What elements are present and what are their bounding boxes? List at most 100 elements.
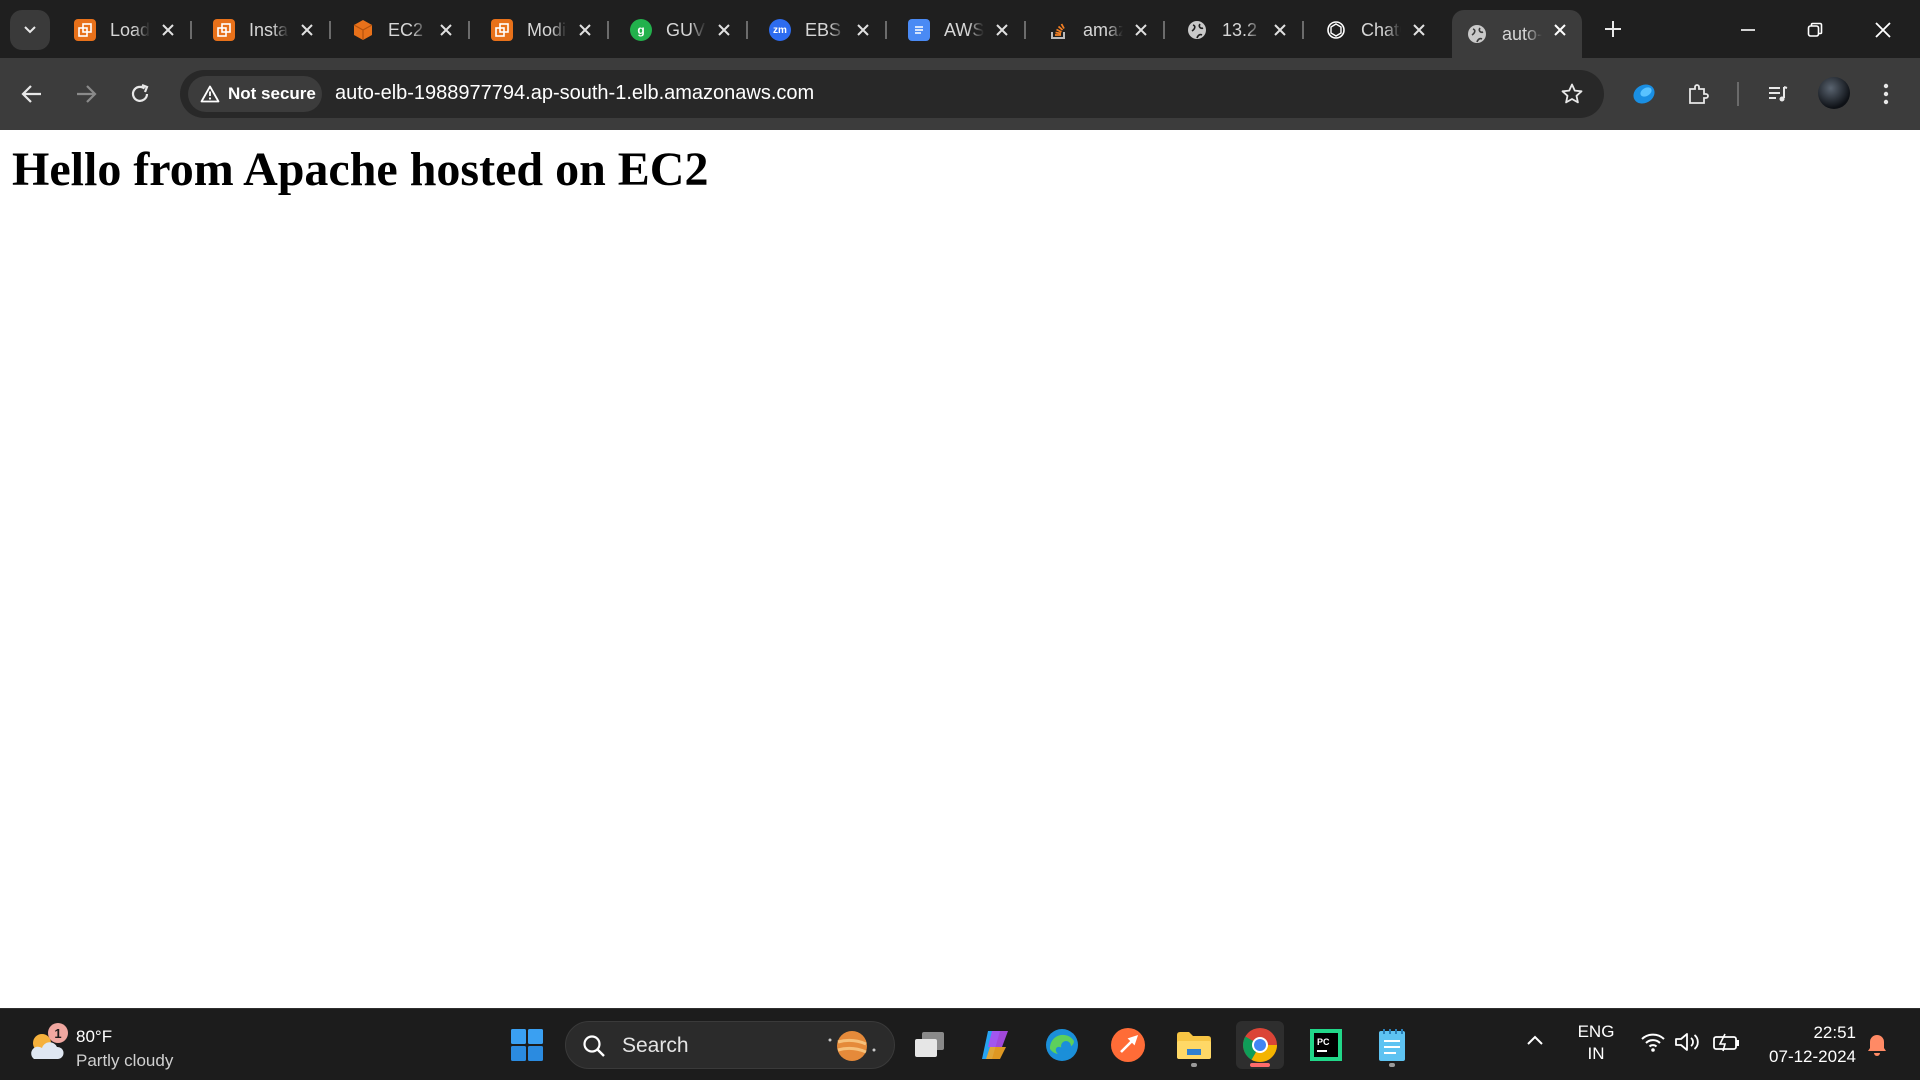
tab-separator [1302, 21, 1304, 39]
aws-console-icon [213, 19, 235, 41]
notepad-button[interactable] [1368, 1021, 1416, 1069]
tab-ec2[interactable]: EC2 [338, 10, 470, 50]
taskbar-search-label: Search [622, 1034, 689, 1057]
extensions-menu-button[interactable] [1680, 76, 1716, 112]
tab-instances[interactable]: Instances [199, 10, 331, 50]
close-tab-icon[interactable] [436, 20, 456, 40]
restore-button[interactable] [1792, 10, 1838, 50]
tab-title: EC2 [388, 19, 424, 40]
file-explorer-button[interactable] [1170, 1021, 1218, 1069]
copilot-extension-icon [1633, 84, 1655, 104]
tab-title: auto-elb [1502, 23, 1542, 44]
tab-separator [885, 21, 887, 39]
copilot-icon [982, 1031, 1008, 1059]
tab-separator [468, 21, 470, 39]
new-tab-button[interactable] [1598, 14, 1628, 44]
task-view-button[interactable] [906, 1021, 954, 1069]
close-tab-icon[interactable] [1409, 20, 1429, 40]
url-text[interactable]: auto-elb-1988977794.ap-south-1.elb.amazo… [335, 82, 814, 105]
volume-icon[interactable] [1674, 1031, 1702, 1053]
input-language-indicator[interactable]: ENG IN [1576, 1021, 1616, 1065]
tab-title: amazon [1083, 19, 1123, 40]
pycharm-button[interactable]: PC [1302, 1021, 1350, 1069]
notepad-icon [1379, 1029, 1405, 1061]
browser-menu-button[interactable] [1868, 76, 1904, 112]
battery-charging-icon[interactable] [1712, 1031, 1742, 1053]
search-icon [583, 1035, 605, 1057]
edge-icon [1046, 1029, 1078, 1061]
stackoverflow-icon [1047, 19, 1069, 41]
warning-triangle-icon [200, 85, 220, 103]
tab-separator [1163, 21, 1165, 39]
active-app-indicator [1250, 1063, 1270, 1067]
tab-load-balancers[interactable]: Load Balancers [60, 10, 192, 50]
clock-date: 07-12-2024 [1769, 1047, 1856, 1066]
tab-title: 13.2 [1222, 19, 1258, 40]
pycharm-icon: PC [1310, 1029, 1342, 1061]
close-tab-icon[interactable] [1131, 20, 1151, 40]
weather-notification-badge: 1 [48, 1023, 68, 1043]
back-button[interactable] [14, 76, 50, 112]
chatgpt-icon [1325, 19, 1347, 41]
close-tab-icon[interactable] [297, 20, 317, 40]
weather-widget[interactable]: 1 80°F Partly cloudy [26, 1019, 226, 1071]
close-tab-icon[interactable] [992, 20, 1012, 40]
tab-title: Instances [249, 19, 289, 40]
globe-icon [1186, 19, 1208, 41]
tab-modify[interactable]: Modify [477, 10, 609, 50]
media-controls-button[interactable] [1760, 76, 1796, 112]
address-bar[interactable]: Not secure auto-elb-1988977794.ap-south-… [180, 70, 1604, 118]
tab-aws-doc[interactable]: AWS [894, 10, 1026, 50]
google-docs-icon [908, 19, 930, 41]
chrome-button[interactable] [1236, 1021, 1284, 1069]
kebab-menu-icon [1883, 83, 1889, 105]
tab-amazon[interactable]: amazon [1033, 10, 1165, 50]
star-icon[interactable] [1560, 82, 1584, 106]
guvi-icon: g [630, 19, 652, 41]
tab-chatgpt[interactable]: ChatGPT [1311, 10, 1441, 50]
close-tab-icon[interactable] [714, 20, 734, 40]
edge-button[interactable] [1038, 1021, 1086, 1069]
globe-icon [1466, 23, 1488, 45]
notification-bell-icon[interactable] [1866, 1033, 1888, 1057]
weather-description: Partly cloudy [76, 1051, 174, 1070]
tab-auto-elb[interactable]: auto-elb [1452, 10, 1582, 58]
start-button[interactable] [503, 1021, 551, 1069]
close-tab-icon[interactable] [1550, 20, 1570, 40]
wifi-icon[interactable] [1640, 1031, 1666, 1053]
minimize-icon [1741, 29, 1755, 31]
security-indicator[interactable]: Not secure [188, 76, 322, 112]
copilot-button[interactable] [972, 1021, 1020, 1069]
chevron-down-icon [24, 26, 36, 34]
tab-ebs[interactable]: zm EBS [755, 10, 887, 50]
tab-title: Modify [527, 19, 567, 40]
aws-console-icon [74, 19, 96, 41]
weather-temperature: 80°F [76, 1027, 113, 1046]
close-tab-icon[interactable] [1270, 20, 1290, 40]
tab-ip-address[interactable]: 13.2 [1172, 10, 1304, 50]
arrow-right-icon [77, 85, 97, 103]
running-indicator [1389, 1063, 1395, 1067]
taskbar-search-box[interactable]: Search [565, 1021, 895, 1069]
running-indicator [1191, 1063, 1197, 1067]
close-tab-icon[interactable] [853, 20, 873, 40]
close-tab-icon[interactable] [158, 20, 178, 40]
page-heading: Hello from Apache hosted on EC2 [12, 143, 709, 196]
forward-button[interactable] [68, 76, 104, 112]
reload-button[interactable] [122, 76, 158, 112]
minimize-button[interactable] [1725, 10, 1771, 50]
reload-icon [131, 83, 149, 102]
tab-search-button[interactable] [10, 10, 50, 50]
chevron-up-icon[interactable] [1526, 1033, 1544, 1047]
profile-avatar[interactable] [1818, 77, 1850, 109]
close-tab-icon[interactable] [575, 20, 595, 40]
postman-button[interactable] [1104, 1021, 1152, 1069]
region-code: IN [1587, 1044, 1605, 1063]
tab-guvi[interactable]: g GUVI [616, 10, 748, 50]
close-window-button[interactable] [1860, 10, 1906, 50]
browser-toolbar: Not secure auto-elb-1988977794.ap-south-… [0, 58, 1920, 130]
tab-separator [1024, 21, 1026, 39]
system-clock[interactable]: 22:51 07-12-2024 [1756, 1021, 1856, 1069]
task-view-icon [915, 1032, 944, 1057]
extension-button[interactable] [1626, 76, 1662, 112]
